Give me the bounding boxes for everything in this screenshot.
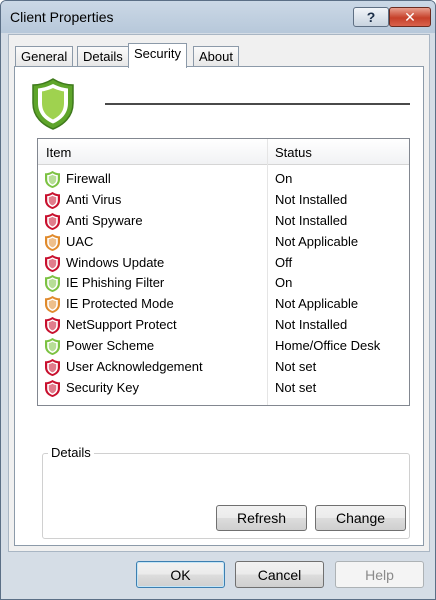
list-item[interactable]: IE Phishing Filter On xyxy=(38,272,409,293)
refresh-button[interactable]: Refresh xyxy=(216,505,307,531)
list-item-status: Not set xyxy=(275,359,317,375)
list-item[interactable]: Anti Virus Not Installed xyxy=(38,189,409,210)
green-shield-icon xyxy=(45,338,60,356)
help-caption-button[interactable]: ? xyxy=(353,7,389,27)
details-group-label: Details xyxy=(48,445,94,460)
question-mark-icon: ? xyxy=(366,9,376,25)
list-item-status: Not Installed xyxy=(275,317,348,333)
list-item[interactable]: Windows Update Off xyxy=(38,252,409,273)
orange-shield-icon xyxy=(45,233,60,251)
list-item[interactable]: Anti Spyware Not Installed xyxy=(38,210,409,231)
close-icon: ✕ xyxy=(404,8,416,25)
list-item-label: Firewall xyxy=(66,171,111,186)
tab-details[interactable]: Details xyxy=(77,46,129,67)
list-item-status: Not Installed xyxy=(275,212,348,228)
list-item-status: Not Installed xyxy=(275,191,348,207)
list-item-label: UAC xyxy=(66,233,94,249)
list-item-label: Anti Virus xyxy=(66,191,122,207)
list-item-status: Not set xyxy=(275,379,317,395)
list-item-label: User Acknowledgement xyxy=(66,359,203,375)
list-item-status: On xyxy=(275,171,293,186)
green-shield-icon xyxy=(45,275,60,293)
list-item-status: Home/Office Desk xyxy=(275,338,381,354)
column-header-item[interactable]: Item xyxy=(46,145,71,160)
list-item-label: IE Protected Mode xyxy=(66,296,174,312)
tab-general[interactable]: General xyxy=(15,46,74,67)
window-title: Client Properties xyxy=(10,9,114,25)
list-item-status: Off xyxy=(275,254,293,270)
title-bar[interactable]: Client Properties ? ✕ xyxy=(1,1,435,33)
orange-shield-icon xyxy=(45,296,60,314)
list-item-label: Power Scheme xyxy=(66,338,155,354)
green-shield-icon xyxy=(45,171,60,188)
list-item[interactable]: IE Protected Mode Not Applicable xyxy=(38,293,409,314)
dialog-body: General Details Security About Item Stat… xyxy=(8,34,430,552)
red-shield-icon xyxy=(45,379,60,397)
red-shield-icon xyxy=(45,317,60,335)
list-item[interactable]: Power Scheme Home/Office Desk xyxy=(38,335,409,356)
close-button[interactable]: ✕ xyxy=(389,7,431,27)
red-shield-icon xyxy=(45,359,60,377)
list-item-status: Not Applicable xyxy=(275,233,359,249)
list-item-label: Anti Spyware xyxy=(66,212,143,228)
column-header-status[interactable]: Status xyxy=(275,145,312,160)
list-item-status: On xyxy=(275,275,293,291)
change-button[interactable]: Change xyxy=(315,505,406,531)
green-shield-icon xyxy=(32,78,74,130)
list-header: Item Status xyxy=(38,139,409,165)
list-item[interactable]: NetSupport Protect Not Installed xyxy=(38,314,409,335)
red-shield-icon xyxy=(45,254,60,272)
client-properties-window: Client Properties ? ✕ General Details Se… xyxy=(0,0,436,600)
tab-about[interactable]: About xyxy=(193,46,239,67)
security-list[interactable]: Item Status Firewall On Anti Virus Not Inst… xyxy=(37,138,410,406)
tab-security[interactable]: Security xyxy=(128,43,187,68)
help-button[interactable]: Help xyxy=(335,561,424,588)
list-item-status: Not Applicable xyxy=(275,296,359,312)
list-rows: Firewall On Anti Virus Not Installed Anti Sp… xyxy=(38,168,409,398)
list-item[interactable]: User Acknowledgement Not set xyxy=(38,356,409,377)
list-item-label: Windows Update xyxy=(66,254,165,270)
cancel-button[interactable]: Cancel xyxy=(235,561,324,588)
security-tab-page: Item Status Firewall On Anti Virus Not Inst… xyxy=(14,66,424,546)
list-item-label: IE Phishing Filter xyxy=(66,275,165,291)
list-item-label: Security Key xyxy=(66,379,139,395)
red-shield-icon xyxy=(45,191,60,209)
list-item-label: NetSupport Protect xyxy=(66,317,177,333)
list-item[interactable]: Firewall On xyxy=(38,168,409,189)
header-divider xyxy=(105,103,410,105)
ok-button[interactable]: OK xyxy=(136,561,225,588)
list-item[interactable]: UAC Not Applicable xyxy=(38,231,409,252)
red-shield-icon xyxy=(45,212,60,230)
list-item[interactable]: Security Key Not set xyxy=(38,377,409,398)
